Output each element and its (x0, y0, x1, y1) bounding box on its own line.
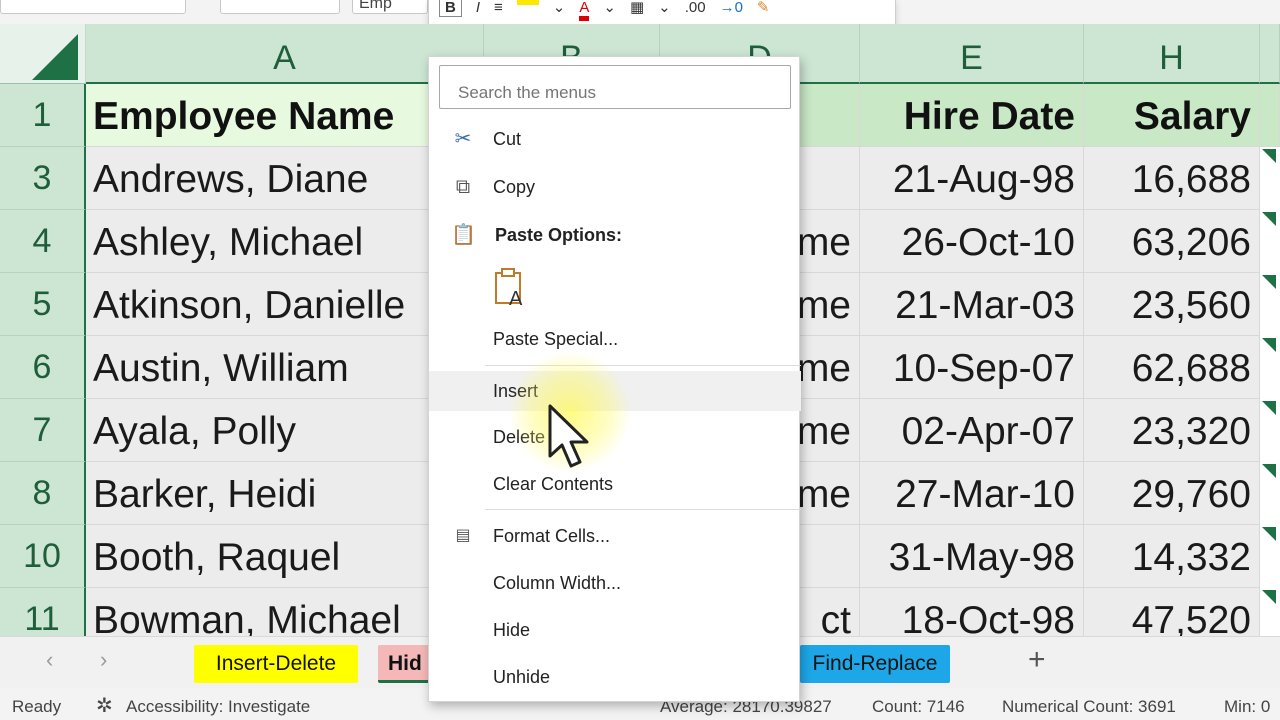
menu-item-insert[interactable]: Insert (429, 371, 801, 411)
chevron-right-icon[interactable]: › (100, 647, 107, 673)
accessibility-icon[interactable]: ✲ (96, 693, 113, 718)
italic-button[interactable]: I (476, 0, 480, 16)
menu-item-unhide[interactable]: Unhide (429, 657, 801, 697)
cell-salary[interactable]: 29,760 (1084, 462, 1260, 525)
paste-options-label: Paste Options: (495, 225, 623, 245)
header-cell-employee-name[interactable]: Employee Name (86, 84, 484, 147)
highlight-color-button[interactable] (516, 0, 539, 5)
row-header[interactable]: 1 (0, 84, 86, 147)
row-header[interactable]: 11 (0, 588, 86, 636)
mouse-pointer-icon (548, 404, 589, 468)
column-header-a[interactable]: A (86, 24, 484, 84)
row-header[interactable]: 6 (0, 336, 86, 399)
cell-employee-name[interactable]: Barker, Heidi (86, 462, 484, 525)
menu-item-copy[interactable]: ⧉ Copy (429, 167, 801, 207)
menu-item-paste-special[interactable]: Paste Special... (429, 319, 801, 359)
tab-insert-delete[interactable]: Insert-Delete (194, 645, 358, 683)
cell-employee-name[interactable]: Ayala, Polly (86, 399, 484, 462)
cell-hire-date[interactable]: 27-Mar-10 (860, 462, 1084, 525)
menu-separator (485, 365, 801, 366)
cell-hire-date[interactable]: 21-Aug-98 (860, 147, 1084, 210)
cell-employee-name[interactable]: Andrews, Diane (86, 147, 484, 210)
row-header[interactable]: 4 (0, 210, 86, 273)
cell-salary[interactable]: 23,560 (1084, 273, 1260, 336)
error-indicator-icon (1262, 527, 1276, 541)
column-header-e[interactable]: E (860, 24, 1084, 84)
copy-icon: ⧉ (455, 176, 471, 198)
align-button[interactable]: ≡ (494, 0, 503, 16)
error-indicator-icon (1262, 464, 1276, 478)
select-all-corner[interactable] (0, 24, 86, 84)
cell-employee-name[interactable]: Bowman, Michael (86, 588, 484, 636)
tab-find-replace[interactable]: Find-Replace (800, 645, 950, 683)
cell-salary[interactable]: 23,320 (1084, 399, 1260, 462)
error-indicator-icon (1262, 338, 1276, 352)
cell-employee-name[interactable]: Ashley, Michael (86, 210, 484, 273)
status-numerical-count[interactable]: Numerical Count: 3691 (1002, 697, 1176, 717)
menu-search-input[interactable] (439, 65, 791, 109)
menu-item-hide[interactable]: Hide (429, 610, 801, 650)
font-color-button[interactable]: A (579, 0, 590, 21)
row-header[interactable]: 3 (0, 147, 86, 210)
header-cell-hire-date[interactable]: Hire Date (860, 84, 1084, 147)
menu-separator (485, 509, 801, 510)
header-cell-salary[interactable]: Salary (1084, 84, 1260, 147)
paste-keep-text-icon[interactable]: A (493, 267, 529, 309)
svg-text:A: A (509, 288, 523, 309)
error-indicator-icon (1262, 212, 1276, 226)
mini-toolbar: B I ≡ ⌄ A ⌄ ▦ ⌄ .00 →0 ✎ (428, 0, 896, 26)
error-indicator-icon (1262, 149, 1276, 163)
cell-hire-date[interactable]: 18-Oct-98 (860, 588, 1084, 636)
cell-salary[interactable]: 14,332 (1084, 525, 1260, 588)
context-menu: ✂ Cut ⧉ Copy 📋 Paste Options: A Paste Sp… (428, 56, 801, 702)
borders-button[interactable]: ▦ (630, 0, 644, 16)
cell-hire-date[interactable]: 10-Sep-07 (860, 336, 1084, 399)
menu-item-delete[interactable]: Delete (429, 417, 801, 457)
row-header[interactable]: 8 (0, 462, 86, 525)
cell-hire-date[interactable]: 26-Oct-10 (860, 210, 1084, 273)
format-cells-icon: ▤ (455, 527, 471, 544)
dropdown-chevron-icon[interactable]: ⌄ (658, 0, 671, 16)
header-cell-next[interactable] (1260, 84, 1280, 147)
error-indicator-icon (1262, 275, 1276, 289)
row-header[interactable]: 5 (0, 273, 86, 336)
cell-employee-name[interactable]: Austin, William (86, 336, 484, 399)
menu-item-column-width[interactable]: Column Width... (429, 563, 801, 603)
dropdown-chevron-icon[interactable]: ⌄ (553, 0, 566, 16)
font-size-box[interactable] (220, 0, 340, 14)
menu-item-cut[interactable]: ✂ Cut (429, 119, 801, 159)
status-count[interactable]: Count: 7146 (872, 697, 965, 717)
menu-item-clear-contents[interactable]: Clear Contents (429, 464, 801, 504)
scissors-icon: ✂ (454, 128, 472, 150)
cell-salary[interactable]: 47,520 (1084, 588, 1260, 636)
menu-item-format-cells[interactable]: ▤ Format Cells... (429, 516, 801, 556)
status-min[interactable]: Min: 0 (1224, 697, 1270, 717)
paste-icon: 📋 (451, 224, 476, 246)
cell-salary[interactable]: 16,688 (1084, 147, 1260, 210)
column-header-next[interactable] (1260, 24, 1280, 84)
status-ready: Ready (12, 697, 62, 716)
cell-hire-date[interactable]: 02-Apr-07 (860, 399, 1084, 462)
bold-button[interactable]: B (439, 0, 462, 17)
row-header[interactable]: 7 (0, 399, 86, 462)
cell-hire-date[interactable]: 31-May-98 (860, 525, 1084, 588)
row-header[interactable]: 10 (0, 525, 86, 588)
decrease-decimal-button[interactable]: .00 (685, 0, 706, 16)
dropdown-chevron-icon[interactable]: ⌄ (603, 0, 616, 16)
cell-salary[interactable]: 63,206 (1084, 210, 1260, 273)
increase-decimal-button[interactable]: →0 (720, 0, 743, 16)
name-box[interactable] (0, 0, 186, 14)
cell-employee-name[interactable]: Atkinson, Danielle (86, 273, 484, 336)
cell-hire-date[interactable]: 21-Mar-03 (860, 273, 1084, 336)
accessibility-status[interactable]: Accessibility: Investigate (126, 697, 310, 717)
format-painter-icon[interactable]: ✎ (757, 0, 770, 16)
chevron-left-icon[interactable]: ‹ (46, 647, 53, 673)
font-name-box[interactable]: Emp (352, 0, 428, 14)
cell-salary[interactable]: 62,688 (1084, 336, 1260, 399)
column-header-h[interactable]: H (1084, 24, 1260, 84)
add-sheet-icon[interactable]: + (1028, 643, 1046, 677)
error-indicator-icon (1262, 590, 1276, 604)
cell-employee-name[interactable]: Booth, Raquel (86, 525, 484, 588)
error-indicator-icon (1262, 401, 1276, 415)
